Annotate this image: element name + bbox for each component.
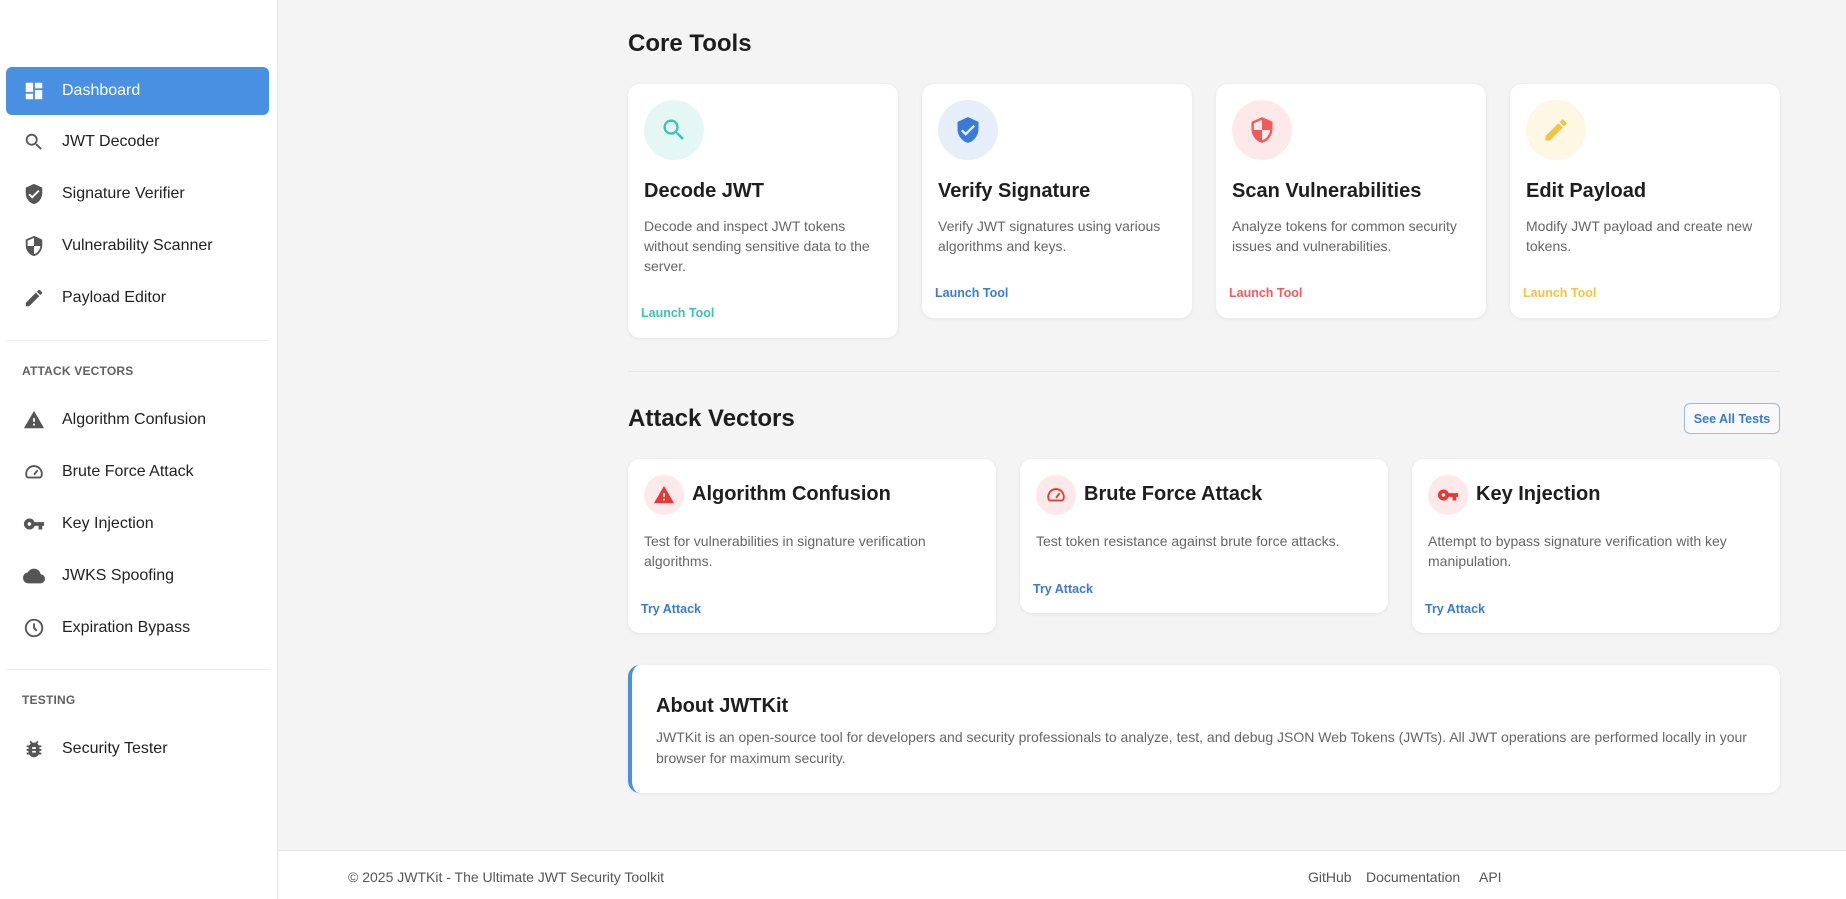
sidebar-item-label: Vulnerability Scanner [62,237,213,254]
attack-card-title: Brute Force Attack [1084,483,1263,505]
launch-tool-link[interactable]: Launch Tool [935,286,1008,300]
footer: © 2025 JWTKit - The Ultimate JWT Securit… [279,850,1846,899]
tool-card-title: Verify Signature [938,180,1091,202]
footer-link-github[interactable]: GitHub [1308,869,1352,885]
try-attack-link[interactable]: Try Attack [1425,602,1485,616]
sidebar-item-dashboard[interactable]: Dashboard [6,67,269,115]
attack-card-title: Key Injection [1476,483,1601,505]
tool-card-description: Modify JWT payload and create new tokens… [1526,218,1753,254]
cloud-icon [22,564,46,588]
clock-icon [22,616,46,640]
footer-link-documentation[interactable]: Documentation [1366,869,1460,885]
sidebar-item-vulnerability-scanner[interactable]: Vulnerability Scanner [6,222,269,270]
warning-icon [22,408,46,432]
sidebar-divider [6,340,269,341]
tool-card-title: Scan Vulnerabilities [1232,180,1422,202]
sidebar-section-testing: TESTING [22,693,76,707]
sidebar-item-label: JWKS Spoofing [62,567,175,584]
footer-copyright: © 2025 JWTKit - The Ultimate JWT Securit… [348,869,665,885]
sidebar-item-key-injection[interactable]: Key Injection [6,500,269,548]
security-shield-icon [22,234,46,258]
sidebar-item-label: Security Tester [62,740,168,757]
launch-tool-link[interactable]: Launch Tool [1229,286,1302,300]
sidebar-item-label: Payload Editor [62,289,167,306]
search-icon [644,100,704,160]
sidebar-item-security-tester[interactable]: Security Tester [6,725,269,773]
tool-card-description: Decode and inspect JWT tokens without se… [644,218,870,274]
bug-icon [22,737,46,761]
attack-card-description: Test for vulnerabilities in signature ve… [644,533,926,569]
sidebar-item-brute-force-attack[interactable]: Brute Force Attack [6,448,269,496]
about-text: JWTKit is an open-source tool for develo… [656,729,1747,766]
sidebar-item-label: Key Injection [62,515,154,532]
pencil-icon [22,286,46,310]
launch-tool-link[interactable]: Launch Tool [641,306,714,320]
see-all-tests-button[interactable]: See All Tests [1684,403,1780,434]
sidebar-item-label: Signature Verifier [62,185,185,202]
attack-card-brute-force-attack[interactable]: Brute Force Attack Test token resistance… [1020,459,1388,613]
sidebar: Dashboard JWT Decoder Signature Verifier… [0,0,278,899]
sidebar-item-expiration-bypass[interactable]: Expiration Bypass [6,604,269,652]
key-icon [1428,475,1468,515]
sidebar-item-label: Dashboard [62,82,141,99]
about-panel: About JWTKit JWTKit is an open-source to… [628,665,1780,793]
tool-card-decode-jwt[interactable]: Decode JWT Decode and inspect JWT tokens… [628,84,898,338]
sidebar-item-label: Brute Force Attack [62,463,194,480]
tool-card-description: Verify JWT signatures using various algo… [938,218,1161,254]
speedometer-icon [22,460,46,484]
sidebar-item-label: JWT Decoder [62,133,160,150]
security-shield-icon [1232,100,1292,160]
tool-card-title: Edit Payload [1526,180,1647,202]
key-icon [22,512,46,536]
sidebar-item-label: Algorithm Confusion [62,411,207,428]
verified-shield-icon [938,100,998,160]
sidebar-divider [6,669,269,670]
tool-card-scan-vulnerabilities[interactable]: Scan Vulnerabilities Analyze tokens for … [1216,84,1486,318]
sidebar-item-algorithm-confusion[interactable]: Algorithm Confusion [6,396,269,444]
try-attack-link[interactable]: Try Attack [641,602,701,616]
sidebar-item-payload-editor[interactable]: Payload Editor [6,274,269,322]
try-attack-link[interactable]: Try Attack [1033,582,1093,596]
attack-card-title: Algorithm Confusion [692,483,891,505]
sidebar-item-jwks-spoofing[interactable]: JWKS Spoofing [6,552,269,600]
attack-card-algorithm-confusion[interactable]: Algorithm Confusion Test for vulnerabili… [628,459,996,633]
sidebar-item-jwt-decoder[interactable]: JWT Decoder [6,118,269,166]
about-title: About JWTKit [656,695,789,717]
attack-card-description: Test token resistance against brute forc… [1036,533,1340,549]
section-divider [628,371,1780,372]
sidebar-item-label: Expiration Bypass [62,619,191,636]
attack-card-key-injection[interactable]: Key Injection Attempt to bypass signatur… [1412,459,1780,633]
warning-icon [644,475,684,515]
tool-card-title: Decode JWT [644,180,765,202]
attack-vectors-heading: Attack Vectors [628,405,795,432]
verified-shield-icon [22,182,46,206]
search-icon [22,130,46,154]
core-tools-heading: Core Tools [628,30,752,57]
sidebar-section-attack-vectors: ATTACK VECTORS [22,364,134,378]
tool-card-edit-payload[interactable]: Edit Payload Modify JWT payload and crea… [1510,84,1780,318]
tool-card-verify-signature[interactable]: Verify Signature Verify JWT signatures u… [922,84,1192,318]
footer-link-api[interactable]: API [1479,869,1502,885]
tool-card-description: Analyze tokens for common security issue… [1232,218,1457,254]
pencil-icon [1526,100,1586,160]
attack-card-description: Attempt to bypass signature verification… [1428,533,1727,569]
launch-tool-link[interactable]: Launch Tool [1523,286,1596,300]
dashboard-icon [22,79,46,103]
sidebar-item-signature-verifier[interactable]: Signature Verifier [6,170,269,218]
speedometer-icon [1036,475,1076,515]
